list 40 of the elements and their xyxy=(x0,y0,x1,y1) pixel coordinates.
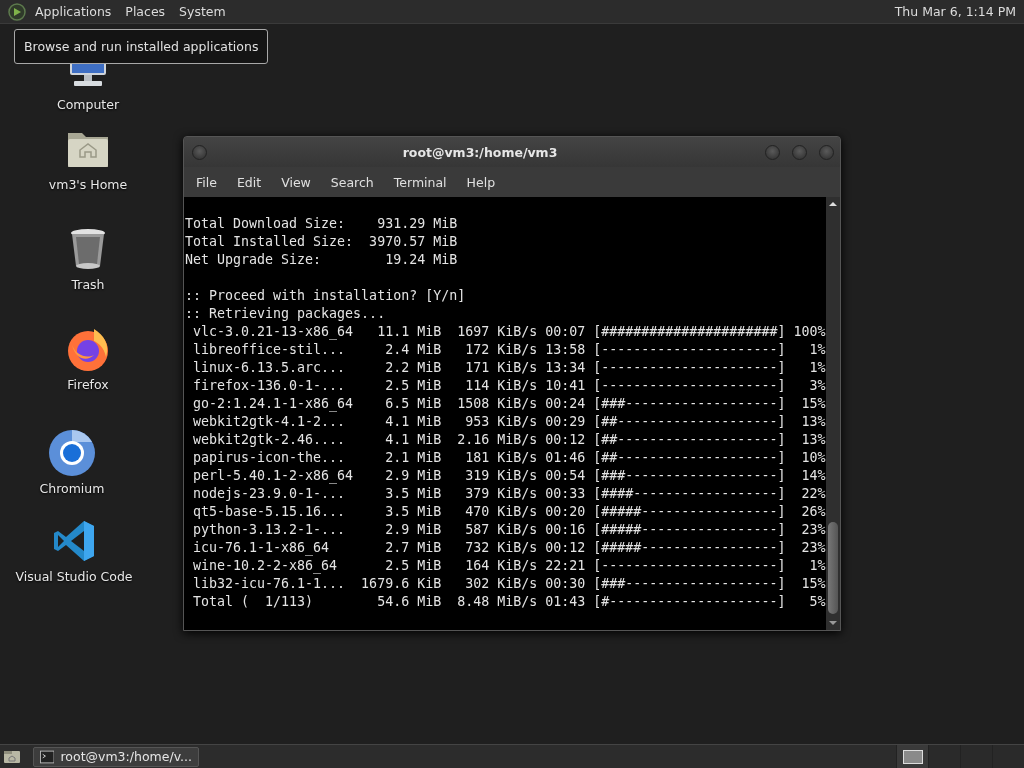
terminal-line: libreoffice-stil... 2.4 MiB 172 KiB/s 13:58 [----------------------] 1% xyxy=(192,341,826,359)
menu-item[interactable]: Help xyxy=(456,170,506,194)
terminal-line: qt5-base-5.15.16... 3.5 MiB 470 KiB/s 00:20 [#####-----------------] 26% xyxy=(192,503,826,521)
clock[interactable]: Thu Mar 6, 1:14 PM xyxy=(890,4,1020,19)
desktop-icon-label[interactable]: vm3's Home xyxy=(48,177,128,192)
desktop-icon-label[interactable]: Visual Studio Code xyxy=(15,569,133,584)
terminal-line: Net Upgrade Size: 19.24 MiB xyxy=(185,251,458,269)
tooltip: Browse and run installed applications xyxy=(14,29,269,64)
terminal-line: icu-76.1-1-x86_64 2.7 MiB 732 KiB/s 00:12 [#####-----------------] 23% xyxy=(192,539,826,557)
desktop-icon-label[interactable]: Chromium xyxy=(39,481,105,496)
panel-menu[interactable]: Places xyxy=(118,0,173,23)
terminal-line: papirus-icon-the... 2.1 MiB 181 KiB/s 01:46 [##--------------------] 10% xyxy=(192,449,826,467)
terminal-line: wine-10.2-2-x86_64 2.5 MiB 164 KiB/s 22:21 [----------------------] 1% xyxy=(192,557,826,575)
terminal-line: webkit2gtk-2.46.... 4.1 MiB 2.16 MiB/s 00:12 [##--------------------] 13% xyxy=(192,431,826,449)
panel-menu[interactable]: Applications xyxy=(28,0,119,23)
menu-item[interactable]: File xyxy=(186,170,227,194)
terminal-line: Total Download Size: 931.29 MiB xyxy=(185,215,458,233)
menu-item[interactable]: Search xyxy=(320,170,384,194)
menu-item[interactable]: Edit xyxy=(226,170,272,194)
terminal-line: Total Installed Size: 3970.57 MiB xyxy=(185,233,458,251)
desktop-icon-label[interactable]: Firefox xyxy=(67,377,109,392)
terminal-line: lib32-icu-76.1-1... 1679.6 KiB 302 KiB/s 00:30 [###-------------------] 15% xyxy=(192,575,826,593)
window-title: root@vm3:/home/vm3 xyxy=(401,144,559,160)
terminal-line: :: Proceed with installation? [Y/n] xyxy=(185,287,466,305)
terminal-line: linux-6.13.5.arc... 2.2 MiB 171 KiB/s 13:34 [----------------------] 1% xyxy=(192,359,826,377)
terminal-line: :: Retrieving packages... xyxy=(185,305,386,323)
terminal-line: python-3.13.2-1-... 2.9 MiB 587 KiB/s 00:16 [#####-----------------] 23% xyxy=(192,521,826,539)
taskbar-button[interactable]: root@vm3:/home/v... xyxy=(33,746,199,767)
terminal-line: vlc-3.0.21-13-x86_64 11.1 MiB 1697 KiB/s 00:07 [######################] 100% xyxy=(192,323,826,341)
terminal-line: go-2:1.24.1-1-x86_64 6.5 MiB 1508 KiB/s 00:24 [###-------------------] 15% xyxy=(192,395,826,413)
terminal-line: firefox-136.0-1-... 2.5 MiB 114 KiB/s 10:41 [----------------------] 3% xyxy=(192,377,826,395)
terminal-line: perl-5.40.1-2-x86_64 2.9 MiB 319 KiB/s 00:54 [###-------------------] 14% xyxy=(192,467,826,485)
desktop-icon-label[interactable]: Trash xyxy=(71,277,105,292)
terminal-line: webkit2gtk-4.1-2... 4.1 MiB 953 KiB/s 00:29 [##--------------------] 13% xyxy=(192,413,826,431)
terminal-line: Total ( 1/113) 54.6 MiB 8.48 MiB/s 01:43 [#---------------------] 5% xyxy=(192,593,826,611)
panel-menu[interactable]: System xyxy=(172,0,233,23)
desktop-icon-label[interactable]: Computer xyxy=(56,97,120,112)
terminal-line: nodejs-23.9.0-1-... 3.5 MiB 379 KiB/s 00:33 [####------------------] 22% xyxy=(192,485,826,503)
menu-item[interactable]: Terminal xyxy=(383,170,457,194)
menu-item[interactable]: View xyxy=(271,170,321,194)
